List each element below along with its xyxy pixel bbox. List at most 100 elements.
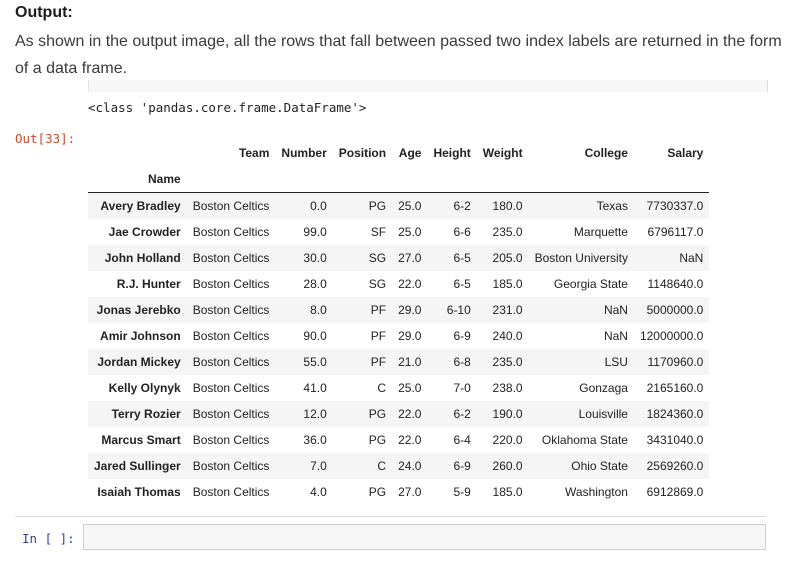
table-cell: 180.0 — [492, 199, 523, 213]
out-prompt: Out[33]: — [15, 131, 76, 146]
table-cell: Boston Celtics — [192, 251, 270, 265]
table-cell: 6-9 — [453, 459, 471, 473]
table-cell: 260.0 — [492, 459, 523, 473]
table-row: Jared Sullinger Boston Celtics 7.0 C 24.0 6-9… — [88, 453, 710, 479]
table-cell: 27.0 — [398, 251, 422, 265]
dataframe-table: Team Number Position Age Height Weight C… — [88, 140, 710, 506]
table-cell: 240.0 — [492, 329, 523, 343]
table-cell: Boston Celtics — [192, 355, 270, 369]
table-cell: Boston Celtics — [192, 407, 270, 421]
table-cell: Boston Celtics — [192, 225, 270, 239]
table-cell: 238.0 — [492, 381, 523, 395]
row-index-label: Jae Crowder — [108, 225, 181, 239]
table-cell: 231.0 — [492, 303, 523, 317]
column-header: Position — [338, 146, 387, 160]
table-cell: Marquette — [573, 225, 628, 239]
table-cell: Oklahoma State — [541, 433, 628, 447]
row-index-label: Jordan Mickey — [97, 355, 181, 369]
table-cell: 6-5 — [453, 277, 471, 291]
table-cell: PG — [368, 199, 387, 213]
table-cell: C — [377, 459, 387, 473]
row-index-label: Avery Bradley — [100, 199, 181, 213]
table-cell: NaN — [679, 251, 704, 265]
table-cell: 22.0 — [398, 433, 422, 447]
table-cell: NaN — [603, 329, 628, 343]
table-row: Jonas Jerebko Boston Celtics 8.0 PF 29.0 6-10… — [88, 297, 710, 323]
table-row: Jordan Mickey Boston Celtics 55.0 PF 21.0 6-8… — [88, 349, 710, 375]
table-cell: 6-9 — [453, 329, 471, 343]
table-cell: PG — [368, 433, 387, 447]
table-cell: 29.0 — [398, 303, 422, 317]
column-header: Team — [238, 146, 270, 160]
table-cell: SG — [368, 277, 387, 291]
table-cell: 205.0 — [492, 251, 523, 265]
index-name-header: Name — [88, 166, 187, 193]
table-cell: LSU — [604, 355, 628, 369]
table-cell: 22.0 — [398, 407, 422, 421]
table-cell: Boston Celtics — [192, 303, 270, 317]
table-cell: 24.0 — [398, 459, 422, 473]
table-cell: 12000000.0 — [639, 329, 704, 343]
index-name-row: Name — [88, 166, 710, 193]
row-index-label: R.J. Hunter — [116, 277, 181, 291]
table-cell: 2569260.0 — [646, 459, 704, 473]
table-cell: 185.0 — [492, 277, 523, 291]
table-cell: NaN — [603, 303, 628, 317]
code-input-cell[interactable] — [83, 524, 766, 550]
table-cell: 90.0 — [303, 329, 327, 343]
table-cell: 55.0 — [303, 355, 327, 369]
row-index-label: John Holland — [104, 251, 181, 265]
table-cell: 7.0 — [310, 459, 327, 473]
table-cell: 99.0 — [303, 225, 327, 239]
table-row: Marcus Smart Boston Celtics 36.0 PG 22.0 6-4 2… — [88, 427, 709, 453]
table-row: Terry Rozier Boston Celtics 12.0 PG 22.0 6-2 1… — [88, 401, 710, 427]
table-cell: 235.0 — [492, 225, 523, 239]
table-row: Jae Crowder Boston Celtics 99.0 SF 25.0 6-6 23… — [88, 219, 709, 245]
row-index-label: Amir Johnson — [100, 329, 181, 343]
table-cell: 5000000.0 — [646, 303, 704, 317]
table-cell: 41.0 — [303, 381, 327, 395]
table-cell: Boston Celtics — [192, 277, 270, 291]
column-header: Number — [281, 146, 327, 160]
output-description: As shown in the output image, all the ro… — [15, 33, 782, 77]
table-cell: PF — [370, 303, 387, 317]
row-index-label: Jared Sullinger — [94, 459, 181, 473]
table-cell: 1148640.0 — [647, 277, 704, 291]
output-heading: Output: — [15, 4, 73, 21]
table-row: John Holland Boston Celtics 30.0 SG 27.0 6-5 2… — [88, 245, 710, 271]
column-header: College — [584, 146, 628, 160]
table-cell: Boston Celtics — [192, 199, 270, 213]
table-cell: Georgia State — [553, 277, 628, 291]
table-cell: Texas — [596, 199, 628, 213]
table-cell: 3431040.0 — [646, 433, 704, 447]
row-index-label: Marcus Smart — [101, 433, 181, 447]
row-index-label: Kelly Olynyk — [108, 381, 181, 395]
notebook-output-area: <class 'pandas.core.frame.DataFrame'> Ou… — [0, 80, 811, 565]
row-index-label: Jonas Jerebko — [96, 303, 181, 317]
table-cell: Boston Celtics — [192, 459, 270, 473]
table-cell: 6912869.0 — [646, 485, 704, 499]
table-cell: 6-8 — [453, 355, 471, 369]
row-index-label: Terry Rozier — [111, 407, 181, 421]
table-cell: 25.0 — [398, 381, 422, 395]
table-cell: PF — [370, 329, 387, 343]
column-header: Height — [433, 146, 471, 160]
cropped-previous-cell — [88, 80, 768, 92]
table-cell: 220.0 — [492, 433, 523, 447]
table-cell: 0.0 — [310, 199, 327, 213]
table-cell: 185.0 — [492, 485, 523, 499]
table-cell: 25.0 — [398, 225, 422, 239]
dataframe-body: Avery Bradley Boston Celtics 0.0 PG 25.0 6-2 1… — [88, 192, 710, 506]
table-cell: 6-2 — [453, 407, 471, 421]
table-cell: 30.0 — [303, 251, 327, 265]
table-cell: C — [377, 381, 387, 395]
in-prompt: In [ ]: — [22, 531, 75, 546]
table-cell: 25.0 — [398, 199, 422, 213]
table-cell: 6-5 — [453, 251, 471, 265]
table-row: R.J. Hunter Boston Celtics 28.0 SG 22.0 6-5 18… — [88, 271, 709, 297]
column-header: Age — [398, 146, 422, 160]
table-cell: Boston University — [534, 251, 628, 265]
stdout-text: <class 'pandas.core.frame.DataFrame'> — [88, 100, 367, 115]
table-cell: 36.0 — [303, 433, 327, 447]
table-row: Kelly Olynyk Boston Celtics 41.0 C 25.0 7-0 23… — [88, 375, 709, 401]
